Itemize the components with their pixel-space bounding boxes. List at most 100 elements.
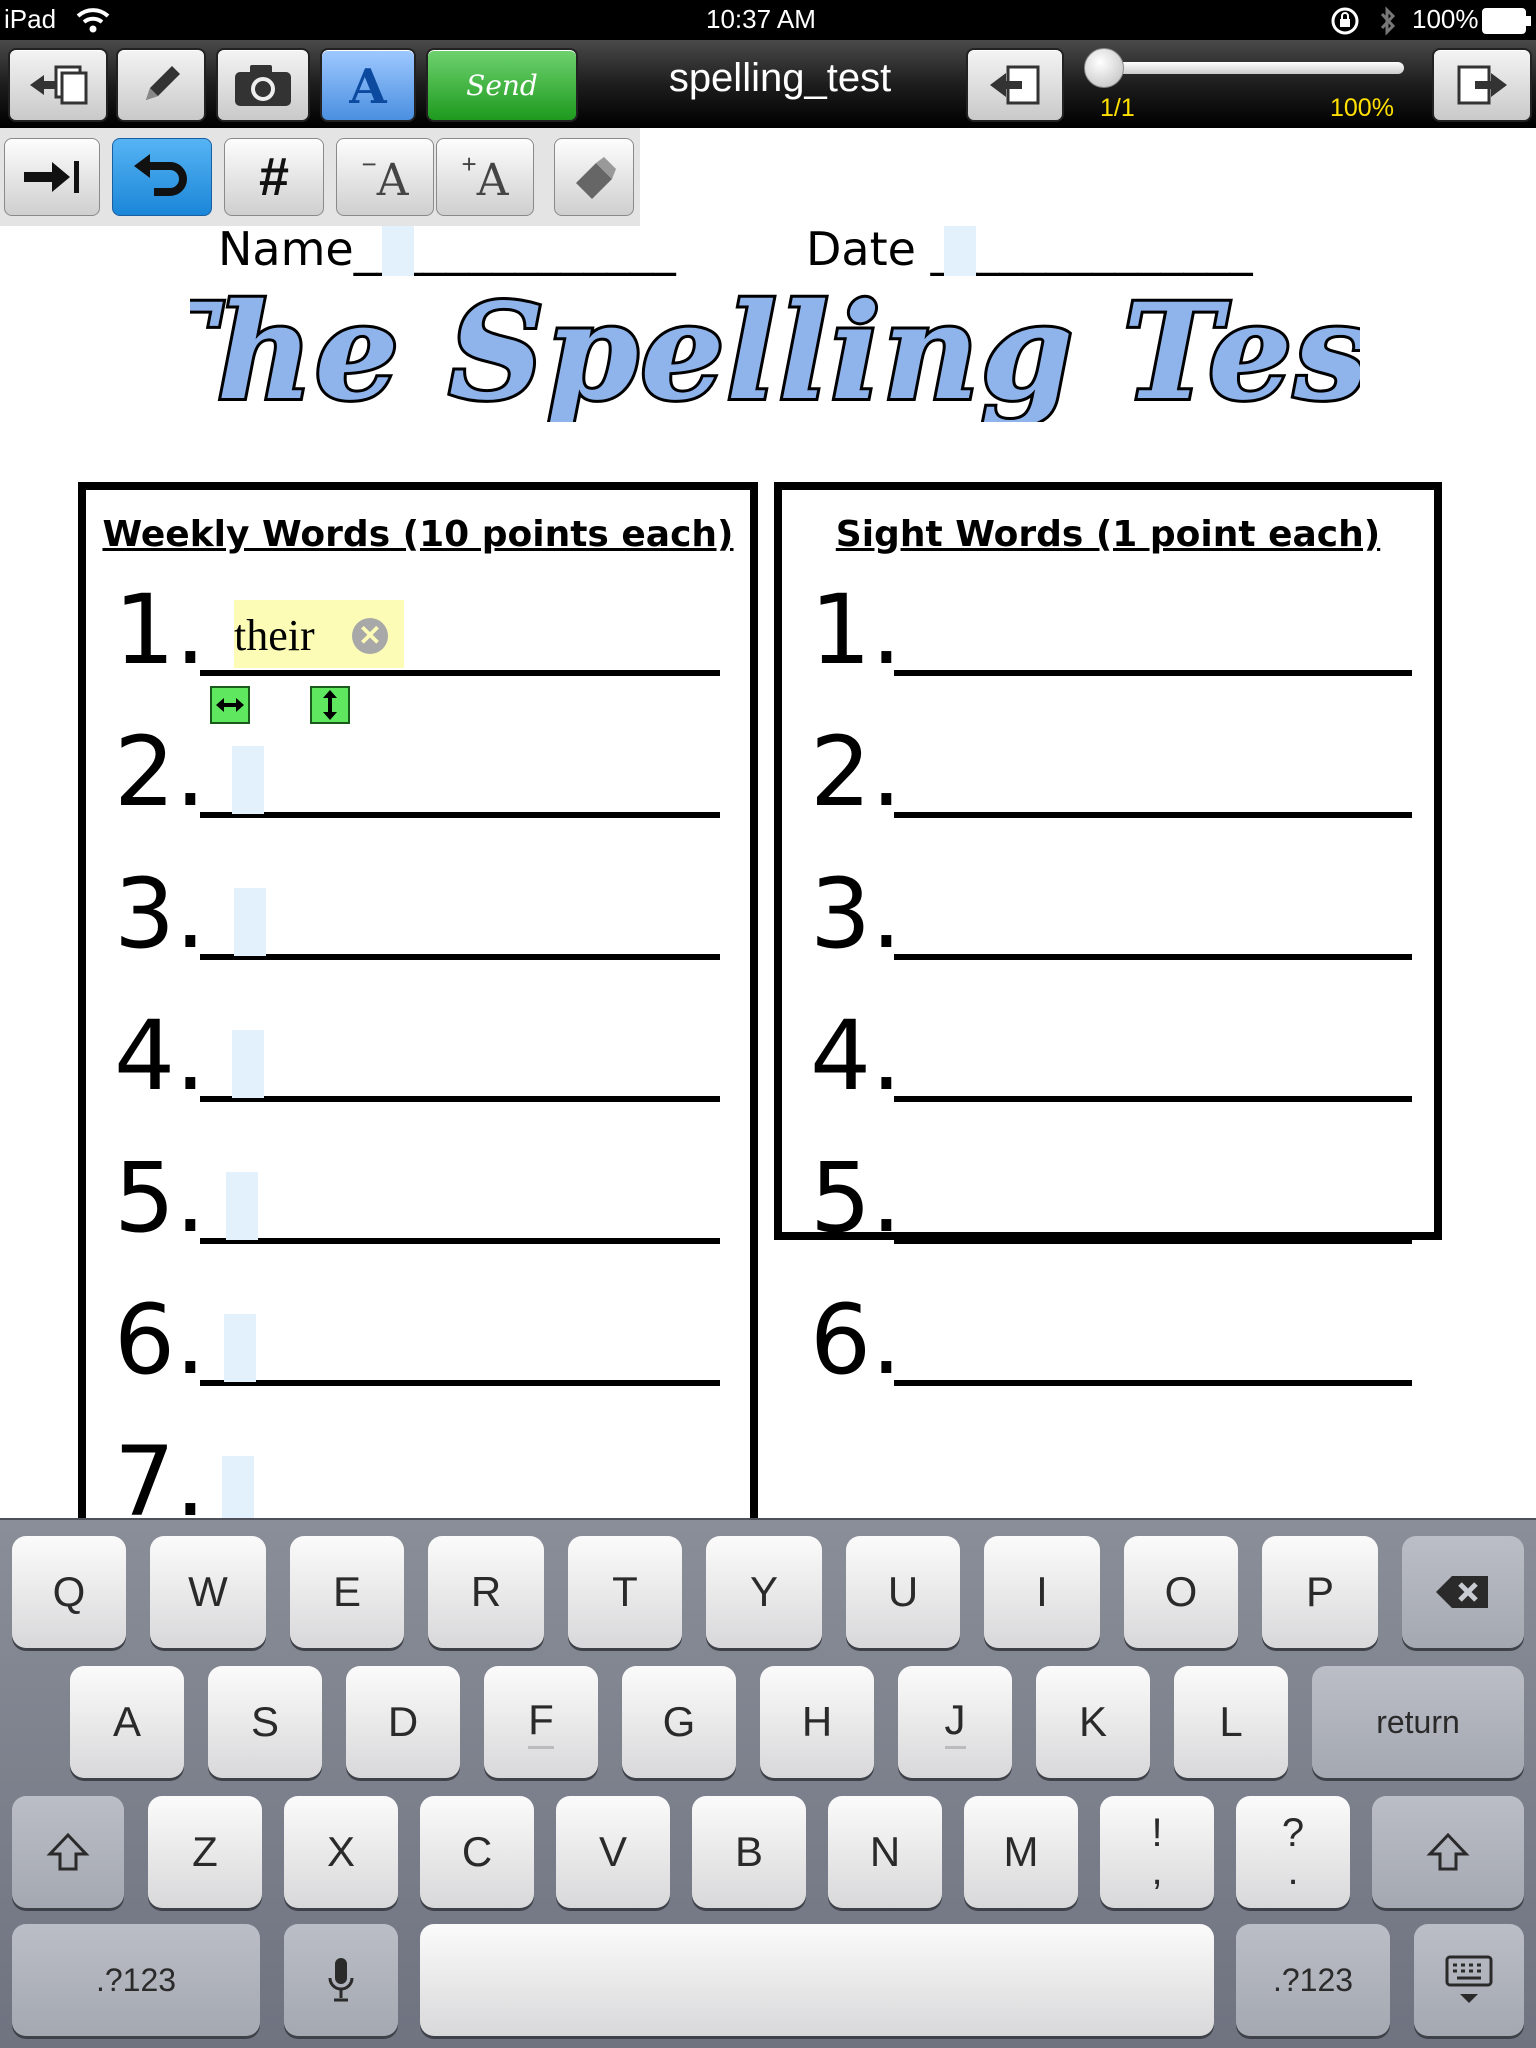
text-a-icon: A bbox=[348, 59, 387, 111]
sight-row-4[interactable]: 4. bbox=[782, 1006, 1434, 1106]
resize-width-handle[interactable] bbox=[210, 686, 250, 724]
font-smaller-icon: −A bbox=[361, 148, 409, 206]
sight-words-box: Sight Words (1 point each) 1. 2. 3. 4. 5… bbox=[774, 482, 1442, 1390]
weekly-field-6[interactable] bbox=[224, 1314, 256, 1382]
page-slider-thumb[interactable] bbox=[1084, 48, 1124, 88]
key-c[interactable]: C bbox=[420, 1796, 534, 1908]
key-y[interactable]: Y bbox=[706, 1536, 822, 1648]
weekly-row-1[interactable]: 1. bbox=[86, 580, 750, 680]
eraser-button[interactable] bbox=[554, 138, 634, 216]
key-j[interactable]: J bbox=[898, 1666, 1012, 1778]
key-e[interactable]: E bbox=[290, 1536, 404, 1648]
numbers-key-left[interactable]: .?123 bbox=[12, 1924, 260, 2036]
dictation-key[interactable] bbox=[284, 1924, 398, 2036]
key-b[interactable]: B bbox=[692, 1796, 806, 1908]
weekly-row-4[interactable]: 4. bbox=[86, 1006, 750, 1106]
sight-row-5[interactable]: 5. bbox=[782, 1148, 1434, 1248]
vertical-arrows-icon bbox=[323, 690, 337, 720]
rotation-lock-icon bbox=[1331, 7, 1359, 35]
weekly-field-7[interactable] bbox=[222, 1456, 254, 1518]
next-page-button[interactable] bbox=[1432, 48, 1532, 122]
key-v[interactable]: V bbox=[556, 1796, 670, 1908]
weekly-field-5[interactable] bbox=[226, 1172, 258, 1240]
sight-row-1[interactable]: 1. bbox=[782, 580, 1434, 680]
shift-icon bbox=[1426, 1832, 1470, 1871]
hide-keyboard-icon bbox=[1445, 1955, 1493, 2003]
weekly-row-2[interactable]: 2. bbox=[86, 722, 750, 822]
increase-font-button[interactable]: +A bbox=[436, 138, 534, 216]
previous-page-button[interactable] bbox=[966, 48, 1064, 122]
wifi-icon bbox=[76, 8, 110, 33]
weekly-row-3[interactable]: 3. bbox=[86, 864, 750, 964]
microphone-icon bbox=[328, 1958, 354, 2002]
camera-icon bbox=[235, 65, 291, 106]
shift-key-right[interactable] bbox=[1372, 1796, 1524, 1908]
onscreen-keyboard: Q W E R T Y U I O P A S D F G H J K L re… bbox=[0, 1518, 1536, 2048]
key-i[interactable]: I bbox=[984, 1536, 1100, 1648]
key-f[interactable]: F bbox=[484, 1666, 598, 1778]
text-tool-button[interactable]: A bbox=[320, 48, 416, 122]
delete-text-box-icon[interactable]: ✕ bbox=[352, 618, 388, 654]
name-field-label: Name______________ bbox=[218, 226, 676, 276]
key-n[interactable]: N bbox=[828, 1796, 942, 1908]
backspace-icon bbox=[1436, 1576, 1488, 1608]
battery-icon bbox=[1482, 8, 1531, 34]
main-toolbar: A Send spelling_test 1/1 100% bbox=[0, 40, 1536, 128]
key-d[interactable]: D bbox=[346, 1666, 460, 1778]
number-format-button[interactable]: # bbox=[224, 138, 324, 216]
undo-button[interactable] bbox=[112, 138, 212, 216]
tab-key-button[interactable] bbox=[4, 138, 100, 216]
key-t[interactable]: T bbox=[568, 1536, 682, 1648]
key-z[interactable]: Z bbox=[148, 1796, 262, 1908]
svg-text:A: A bbox=[348, 59, 387, 111]
backspace-key[interactable] bbox=[1402, 1536, 1524, 1648]
key-s[interactable]: S bbox=[208, 1666, 322, 1778]
weekly-field-2[interactable] bbox=[232, 746, 264, 814]
space-bar[interactable] bbox=[420, 1924, 1214, 2036]
pencil-tool-button[interactable] bbox=[116, 48, 206, 122]
text-box-content: their bbox=[234, 611, 315, 660]
key-h[interactable]: H bbox=[760, 1666, 874, 1778]
weekly-field-3[interactable] bbox=[234, 888, 266, 956]
key-m[interactable]: M bbox=[964, 1796, 1078, 1908]
key-q[interactable]: Q bbox=[12, 1536, 126, 1648]
key-w[interactable]: W bbox=[150, 1536, 266, 1648]
back-to-files-button[interactable] bbox=[8, 48, 108, 122]
next-page-icon bbox=[1457, 65, 1507, 105]
key-exclaim-comma[interactable]: !, bbox=[1100, 1796, 1214, 1908]
sight-row-2[interactable]: 2. bbox=[782, 722, 1434, 822]
key-k[interactable]: K bbox=[1036, 1666, 1150, 1778]
active-text-box[interactable]: their ✕ bbox=[234, 600, 404, 668]
numbers-key-right[interactable]: .?123 bbox=[1236, 1924, 1390, 2036]
page-slider-track[interactable] bbox=[1098, 62, 1404, 74]
key-o[interactable]: O bbox=[1124, 1536, 1238, 1648]
weekly-row-7[interactable]: 7. bbox=[86, 1432, 750, 1518]
hide-keyboard-key[interactable] bbox=[1414, 1924, 1524, 2036]
date-input-field[interactable] bbox=[944, 226, 976, 276]
decrease-font-button[interactable]: −A bbox=[336, 138, 434, 216]
undo-icon bbox=[134, 154, 187, 196]
key-p[interactable]: P bbox=[1262, 1536, 1378, 1648]
key-u[interactable]: U bbox=[846, 1536, 960, 1648]
resize-height-handle[interactable] bbox=[310, 686, 350, 724]
weekly-field-4[interactable] bbox=[232, 1030, 264, 1098]
document-page[interactable]: Name______________ Date ______________ T… bbox=[0, 226, 1536, 1518]
weekly-row-6[interactable]: 6. bbox=[86, 1290, 750, 1390]
weekly-row-5[interactable]: 5. bbox=[86, 1148, 750, 1248]
send-button[interactable]: Send bbox=[426, 48, 578, 122]
shift-key-left[interactable] bbox=[12, 1796, 124, 1908]
key-g[interactable]: G bbox=[622, 1666, 736, 1778]
previous-page-icon bbox=[990, 65, 1040, 105]
key-x[interactable]: X bbox=[284, 1796, 398, 1908]
name-input-field[interactable] bbox=[382, 226, 414, 276]
sight-row-3[interactable]: 3. bbox=[782, 864, 1434, 964]
key-l[interactable]: L bbox=[1174, 1666, 1288, 1778]
key-r[interactable]: R bbox=[428, 1536, 544, 1648]
key-question-period[interactable]: ?. bbox=[1236, 1796, 1350, 1908]
return-key[interactable]: return bbox=[1312, 1666, 1524, 1778]
device-label: iPad bbox=[4, 4, 57, 34]
camera-button[interactable] bbox=[216, 48, 310, 122]
key-a[interactable]: A bbox=[70, 1666, 184, 1778]
spelling-test-title: The Spelling Test bbox=[190, 282, 1360, 422]
sight-row-6[interactable]: 6. bbox=[782, 1290, 1434, 1390]
